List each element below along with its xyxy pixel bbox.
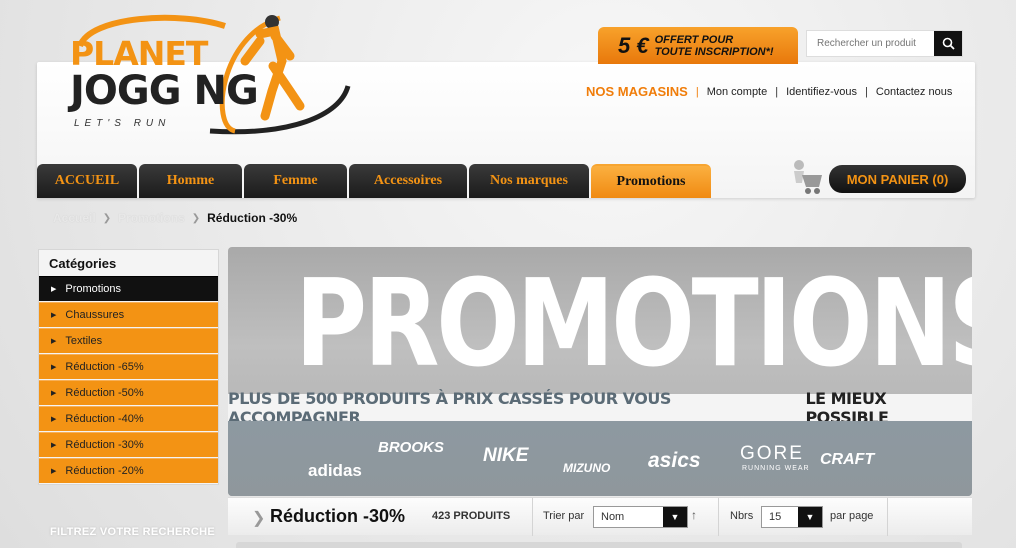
logo-text-jogging: JOGG NG (70, 68, 259, 114)
nav-tab-accueil[interactable]: ACCUEIL (37, 164, 137, 198)
offer-text-line1: OFFERT POUR (654, 33, 734, 46)
banner-subtitle: PLUS DE 500 PRODUITS À PRIX CASSÉS POUR … (228, 389, 972, 427)
brand-gore-tagline: RUNNING WEAR (742, 465, 810, 472)
category-reduction-65[interactable]: ▶ Réduction -65% (39, 354, 218, 379)
breadcrumb: Accueil ❯ Promotions ❯ Réduction -30% (53, 211, 297, 225)
listing-toolbar: ❯ Réduction -30% 423 PRODUITS Trier par … (228, 497, 972, 536)
product-count: 423 PRODUITS (432, 510, 511, 522)
filter-title: FILTREZ VOTRE RECHERCHE (50, 526, 215, 538)
per-page-value: 15 (769, 511, 782, 523)
category-label: Réduction -50% (65, 387, 144, 399)
cart-button[interactable]: MON PANIER (0) (829, 165, 966, 193)
contact-link[interactable]: Contactez nous (876, 86, 952, 98)
brand-asics: asics (648, 449, 701, 472)
nav-tab-promotions[interactable]: Promotions (591, 164, 711, 198)
category-label: Réduction -20% (65, 465, 144, 477)
triangle-right-icon: ▶ (51, 312, 57, 319)
offer-text: OFFERT POUR TOUTE INSCRIPTION*! (655, 34, 774, 58)
brand-nike: NIKE (483, 445, 529, 466)
cart-icon[interactable] (786, 157, 826, 197)
sort-direction-icon[interactable]: ↑ (691, 508, 697, 522)
categories-title: Catégories (49, 256, 117, 271)
logo-tagline: LET'S RUN (74, 118, 171, 129)
search-bar (806, 30, 963, 57)
category-label: Promotions (65, 283, 122, 295)
brand-gore: GORE (740, 443, 804, 464)
top-links: NOS MAGASINS | Mon compte | Identifiez-v… (586, 84, 952, 99)
category-reduction-40[interactable]: ▶ Réduction -40% (39, 406, 218, 431)
site-logo[interactable]: PLANET JOGG NG LET'S RUN (60, 6, 360, 136)
category-reduction-20[interactable]: ▶ Réduction -20% (39, 458, 218, 483)
link-separator: | (775, 85, 779, 98)
breadcrumb-current: Réduction -30% (207, 211, 298, 225)
brand-mizuno: MIZUNO (563, 461, 611, 475)
per-page-suffix: par page (830, 510, 874, 522)
chevron-down-icon: ▼ (663, 507, 687, 527)
main-nav: ACCUEIL Homme Femme Accessoires Nos marq… (37, 164, 711, 198)
toolbar-divider (718, 498, 719, 536)
search-input[interactable] (807, 31, 934, 56)
stores-link[interactable]: NOS MAGASINS (586, 84, 688, 99)
sort-label: Trier par (543, 510, 585, 522)
sort-value: Nom (601, 511, 625, 523)
per-page-label: Nbrs (730, 510, 754, 522)
breadcrumb-promotions[interactable]: Promotions (118, 211, 185, 225)
per-page-select[interactable]: 15 ▼ (761, 506, 823, 528)
login-link[interactable]: Identifiez-vous (786, 86, 857, 98)
category-label: Réduction -65% (65, 361, 144, 373)
triangle-right-icon: ▶ (51, 286, 57, 293)
search-button[interactable] (934, 31, 962, 56)
nav-tab-accessoires[interactable]: Accessoires (349, 164, 467, 198)
sort-select[interactable]: Nom ▼ (593, 506, 688, 528)
triangle-right-icon: ▶ (51, 468, 57, 475)
chevron-right-icon: ❯ (102, 212, 112, 224)
triangle-right-icon: ▶ (51, 416, 57, 423)
signup-offer-badge[interactable]: 5 € OFFERT POUR TOUTE INSCRIPTION*! (598, 27, 798, 64)
nav-tab-femme[interactable]: Femme (244, 164, 347, 198)
category-reduction-30[interactable]: ▶ Réduction -30% (39, 432, 218, 457)
link-separator: | (865, 85, 868, 98)
promotions-banner[interactable]: PROMOTIONS PLUS DE 500 PRODUITS À PRIX C… (228, 247, 972, 496)
offer-amount: 5 € (618, 32, 649, 58)
toolbar-divider (887, 498, 888, 536)
triangle-right-icon: ▶ (51, 364, 57, 371)
link-separator: | (695, 85, 699, 98)
listing-title: Réduction -30% (270, 506, 406, 526)
category-label: Réduction -30% (65, 439, 144, 451)
search-icon (942, 37, 955, 50)
brand-brooks: BROOKS (378, 439, 444, 456)
category-label: Chaussures (65, 309, 125, 321)
brand-craft: CRAFT (820, 451, 875, 468)
offer-text-line2: TOUTE INSCRIPTION*! (654, 45, 774, 58)
category-label: Textiles (65, 335, 103, 347)
category-textiles[interactable]: ▶ Textiles (39, 328, 218, 353)
account-link[interactable]: Mon compte (707, 86, 768, 98)
triangle-right-icon: ▶ (51, 442, 57, 449)
banner-title: PROMOTIONS (294, 255, 972, 394)
categories-sidebar: Catégories ▶ Promotions ▶ Chaussures ▶ Text… (38, 249, 219, 485)
nav-tab-nos-marques[interactable]: Nos marques (469, 164, 589, 198)
breadcrumb-home[interactable]: Accueil (53, 211, 96, 225)
category-reduction-50[interactable]: ▶ Réduction -50% (39, 380, 218, 405)
category-promotions[interactable]: ▶ Promotions (39, 276, 218, 301)
category-label: Réduction -40% (65, 413, 144, 425)
chevron-right-icon: ❯ (191, 212, 201, 224)
brand-logos: adidas BROOKS NIKE MIZUNO asics GORE RUN… (228, 421, 972, 496)
triangle-right-icon: ▶ (51, 338, 57, 345)
chevron-right-icon: ❯ (252, 510, 266, 527)
category-chaussures[interactable]: ▶ Chaussures (39, 302, 218, 327)
brand-adidas: adidas (308, 461, 362, 480)
nav-tab-homme[interactable]: Homme (139, 164, 242, 198)
triangle-right-icon: ▶ (51, 390, 57, 397)
chevron-down-icon: ▼ (798, 507, 822, 527)
toolbar-divider (532, 498, 533, 536)
product-grid-top (236, 542, 962, 548)
